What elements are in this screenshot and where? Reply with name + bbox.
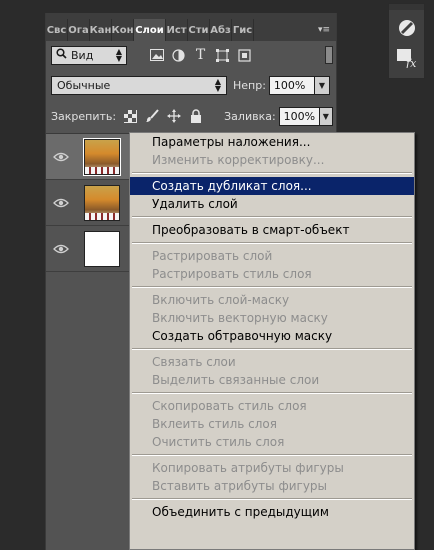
panel-tabs: Свс Ога Кан Кон Слои Ист Сти Абз Гис ▾≡ bbox=[46, 19, 336, 41]
lock-position-move-icon[interactable] bbox=[166, 108, 182, 124]
blend-mode-label: Обычные bbox=[57, 78, 111, 92]
menu-separator bbox=[130, 345, 414, 353]
kind-filter-label: Вид bbox=[71, 48, 94, 62]
filter-row: Вид ▲ ▼ T bbox=[51, 43, 333, 67]
blend-mode-select[interactable]: Обычные ▲ ▼ bbox=[51, 75, 227, 95]
menu-item[interactable]: Удалить слой bbox=[130, 195, 414, 213]
svg-text:fx: fx bbox=[405, 57, 417, 68]
tab-panel-0[interactable]: Свс bbox=[46, 19, 68, 41]
menu-item[interactable]: Параметры наложения... bbox=[130, 133, 414, 151]
color-wheel-icon[interactable] bbox=[395, 16, 419, 40]
tab-panel-6[interactable]: Сти bbox=[188, 19, 210, 41]
menu-separator bbox=[130, 451, 414, 459]
image-filter-icon[interactable] bbox=[147, 46, 166, 65]
tab-panel-2[interactable]: Кан bbox=[90, 19, 112, 41]
layer-thumbnail[interactable] bbox=[84, 230, 120, 267]
menu-item: Включить векторную маску bbox=[152, 311, 328, 325]
type-filter-icon[interactable]: T bbox=[191, 46, 210, 65]
tab-panel-5[interactable]: Ист bbox=[166, 19, 188, 41]
right-dock: fx bbox=[388, 3, 425, 79]
menu-item[interactable]: Преобразовать в смарт-объект bbox=[130, 221, 414, 239]
search-icon bbox=[56, 48, 67, 62]
menu-item: Включить слой-маску bbox=[152, 293, 290, 307]
fill-dropdown-button[interactable]: ▼ bbox=[319, 106, 333, 126]
shape-filter-icon[interactable] bbox=[213, 46, 232, 65]
fx-styles-icon[interactable]: fx bbox=[395, 46, 419, 70]
adjustment-filter-icon[interactable] bbox=[169, 46, 188, 65]
opacity-dropdown-button[interactable]: ▼ bbox=[314, 75, 330, 95]
chevron-down-icon: ▼ bbox=[322, 111, 329, 121]
menu-item: Растрировать стиль слоя bbox=[152, 267, 312, 281]
menu-item: Вклеить стиль слоя bbox=[152, 417, 277, 431]
eye-icon[interactable] bbox=[46, 198, 76, 208]
filter-toggle-switch[interactable] bbox=[325, 46, 333, 64]
eye-icon[interactable] bbox=[46, 152, 76, 162]
dock-grip[interactable] bbox=[389, 4, 424, 10]
opacity-input[interactable]: 100% bbox=[268, 75, 315, 95]
layer-thumbnail[interactable] bbox=[83, 137, 121, 176]
menu-item[interactable]: Создать дубликат слоя... bbox=[130, 177, 414, 195]
tab-panel-8[interactable]: Гис bbox=[232, 19, 254, 41]
eye-icon[interactable] bbox=[46, 244, 76, 254]
opacity-label: Непр: bbox=[233, 78, 266, 92]
smart-object-filter-icon[interactable] bbox=[235, 46, 254, 65]
menu-item: Растрировать слой bbox=[152, 249, 273, 263]
tab-panel-7[interactable]: Абз bbox=[210, 19, 232, 41]
menu-item: Копировать атрибуты фигуры bbox=[152, 461, 344, 475]
lock-label: Закрепить: bbox=[51, 109, 117, 123]
updown-arrows-icon: ▲ ▼ bbox=[214, 77, 221, 93]
updown-arrows-icon: ▲ ▼ bbox=[115, 47, 122, 63]
menu-item[interactable]: Объединить с предыдущим bbox=[130, 503, 414, 521]
lock-transparency-icon[interactable] bbox=[122, 108, 138, 124]
layer-context-menu: Параметры наложения... Изменить корректир… bbox=[129, 132, 415, 550]
blend-row: Обычные ▲ ▼ Непр: 100% ▼ bbox=[51, 73, 333, 97]
menu-item[interactable]: Создать обтравочную маску bbox=[130, 327, 414, 345]
menu-item: Вставить атрибуты фигуры bbox=[152, 479, 328, 493]
tab-panel-1[interactable]: Ога bbox=[68, 19, 90, 41]
lock-row: Закрепить: Заливка: 100% ▼ bbox=[51, 104, 333, 128]
menu-separator bbox=[130, 239, 414, 247]
fill-label: Заливка: bbox=[224, 109, 276, 123]
menu-separator bbox=[130, 213, 414, 221]
tab-layers[interactable]: Слои bbox=[134, 19, 166, 41]
layer-thumbnail[interactable] bbox=[84, 184, 120, 221]
fill-input[interactable]: 100% bbox=[278, 106, 320, 126]
lock-pixels-brush-icon[interactable] bbox=[144, 108, 160, 124]
menu-item: Очистить стиль слоя bbox=[152, 435, 285, 449]
chevron-down-icon: ▼ bbox=[318, 80, 325, 90]
menu-separator bbox=[130, 283, 414, 291]
menu-item: Связать слои bbox=[152, 355, 236, 369]
lock-all-icon[interactable] bbox=[188, 108, 204, 124]
kind-filter-select[interactable]: Вид ▲ ▼ bbox=[51, 45, 127, 65]
menu-item: Скопировать стиль слоя bbox=[152, 399, 307, 413]
menu-separator bbox=[130, 389, 414, 397]
menu-separator bbox=[130, 169, 414, 177]
menu-item: Изменить корректировку... bbox=[152, 153, 325, 167]
tab-panel-3[interactable]: Кон bbox=[112, 19, 134, 41]
panel-menu-icon[interactable]: ▾≡ bbox=[312, 19, 336, 41]
menu-item: Выделить связанные слои bbox=[152, 373, 320, 387]
menu-separator bbox=[130, 495, 414, 503]
